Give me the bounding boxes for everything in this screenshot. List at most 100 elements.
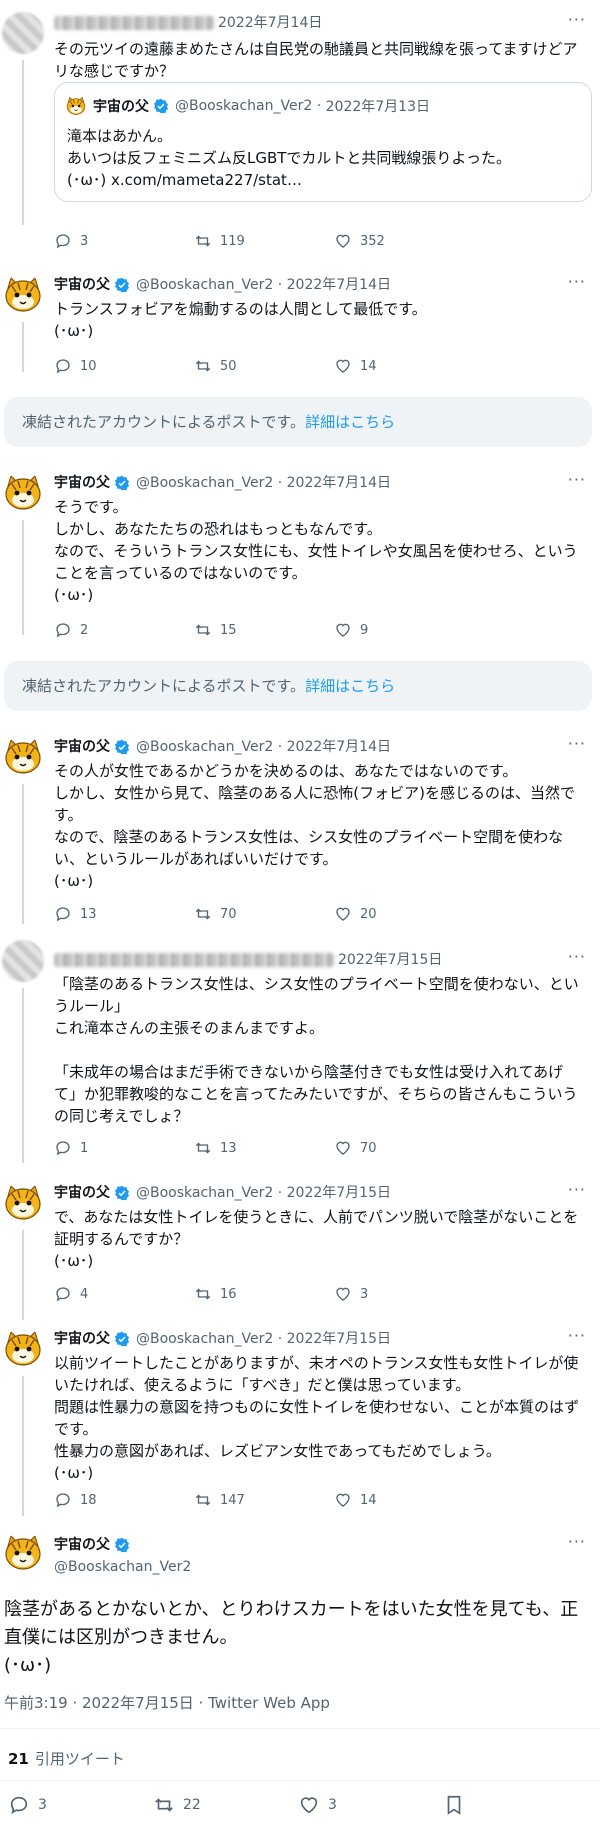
avatar[interactable] [2,274,44,316]
tweet-actions: 4 16 3 [54,1284,474,1304]
avatar[interactable] [2,1532,44,1574]
avatar[interactable] [2,12,44,54]
reply-button[interactable]: 10 [54,356,194,376]
reply-icon [54,621,72,639]
thread-line [22,322,24,372]
user-name[interactable]: 宇宙の父 [54,1184,110,1202]
like-icon [334,357,352,375]
like-button[interactable]: 9 [334,620,474,640]
retweet-count: 70 [220,906,237,922]
retweet-button[interactable]: 15 [194,620,334,640]
user-handle[interactable]: @Booskachan_Ver2 [136,276,273,294]
user-handle[interactable]: @Booskachan_Ver2 [136,1184,273,1202]
tweet-date[interactable]: 2022年7月15日 [338,951,442,969]
more-icon[interactable]: ··· [568,1180,586,1199]
reply-button[interactable]: 3 [8,1794,153,1816]
verified-badge-icon [114,739,130,755]
like-button[interactable]: 3 [334,1284,474,1304]
quote-tweets-count[interactable]: 21 引用ツイート [8,1748,125,1769]
divider [0,1780,600,1781]
user-handle: @Booskachan_Ver2 [175,98,313,114]
user-handle[interactable]: @Booskachan_Ver2 [136,474,273,492]
tweet-date[interactable]: 2022年7月15日 [287,1184,391,1202]
separator: · [273,1185,287,1201]
user-name[interactable]: 宇宙の父 [54,474,110,492]
bookmark-button[interactable] [443,1794,588,1816]
tweet-text: 以前ツイートしたことがありますが、未オペのトランス女性も女性トイレが使いたければ… [54,1354,580,1482]
like-button[interactable]: 14 [334,1490,474,1510]
user-handle[interactable]: @Booskachan_Ver2 [136,738,273,756]
user-handle[interactable]: @Booskachan_Ver2 [54,1558,191,1576]
retweet-count: 50 [220,358,237,374]
more-icon[interactable]: ··· [568,1326,586,1345]
retweet-button[interactable]: 16 [194,1284,334,1304]
retweet-icon [194,1491,212,1509]
like-icon [334,1139,352,1157]
avatar[interactable] [2,1328,44,1370]
more-icon[interactable]: ··· [568,10,586,29]
user-name[interactable]: 宇宙の父 [54,276,110,294]
tweet-meta[interactable]: 午前3:19 · 2022年7月15日 · Twitter Web App [4,1692,330,1713]
avatar[interactable] [2,472,44,514]
reply-icon [8,1794,30,1816]
retweet-count: 13 [220,1140,237,1156]
tweet-text: その元ツイの遠藤まめたさんは自民党の馳議員と共同戦線を張ってますけどアリな感じで… [54,40,578,80]
more-icon[interactable]: ··· [568,272,586,291]
user-name[interactable]: 宇宙の父 [54,738,110,756]
retweet-button[interactable]: 70 [194,904,334,924]
tweet-date[interactable]: 2022年7月14日 [218,14,322,32]
retweet-button[interactable]: 147 [194,1490,334,1510]
reply-button[interactable]: 13 [54,904,194,924]
like-icon [334,232,352,250]
reply-button[interactable]: 1 [54,1138,194,1158]
details-link[interactable]: 詳細はこちら [305,677,395,695]
tweet-date[interactable]: 2022年7月14日 [287,276,391,294]
user-name[interactable]: 宇宙の父 [54,1330,110,1348]
retweet-button[interactable]: 119 [194,231,334,251]
reply-button[interactable]: 2 [54,620,194,640]
tweet-1[interactable]: 2022年7月14日 ··· その元ツイの遠藤まめたさんは自民党の馳議員と共同戦… [0,0,600,225]
separator: · [273,1331,287,1347]
retweet-button[interactable]: 50 [194,356,334,376]
retweet-icon [194,621,212,639]
user-name[interactable]: 宇宙の父 [54,1536,110,1554]
more-icon[interactable]: ··· [568,947,586,966]
tweet-date[interactable]: 2022年7月14日 [287,474,391,492]
quoted-tweet[interactable]: 宇宙の父 @Booskachan_Ver2 · 2022年7月13日 滝本はあか… [54,82,592,202]
details-link[interactable]: 詳細はこちら [305,413,395,431]
like-icon [298,1794,320,1816]
like-button[interactable]: 352 [334,231,474,251]
separator: · [273,739,287,755]
like-button[interactable]: 70 [334,1138,474,1158]
tweet-date: 2022年7月13日 [325,99,430,115]
user-name: 宇宙の父 [93,99,149,115]
reply-button[interactable]: 18 [54,1490,194,1510]
avatar[interactable] [2,1182,44,1224]
verified-badge-icon [114,1537,130,1553]
reply-icon [54,905,72,923]
avatar[interactable] [2,736,44,778]
like-button[interactable]: 14 [334,356,474,376]
like-button[interactable]: 3 [298,1794,443,1816]
suspended-account-notice: 凍結されたアカウントによるポストです。詳細はこちら [4,661,592,711]
reply-button[interactable]: 3 [54,231,194,251]
more-icon[interactable]: ··· [568,470,586,489]
reply-button[interactable]: 4 [54,1284,194,1304]
blurred-name[interactable] [54,16,214,30]
like-button[interactable]: 20 [334,904,474,924]
user-handle[interactable]: @Booskachan_Ver2 [136,1330,273,1348]
main-tweet-handle: @Booskachan_Ver2 [54,1558,191,1576]
more-icon[interactable]: ··· [568,1532,586,1551]
verified-badge-icon [114,277,130,293]
tweet-text: 「陰茎のあるトランス女性は、シス女性のプライベート空間を使わない、というルール」… [54,975,579,1125]
divider [0,1728,600,1729]
tweet-date[interactable]: 2022年7月15日 [287,1330,391,1348]
tweet-date[interactable]: 2022年7月14日 [287,738,391,756]
retweet-button[interactable]: 13 [194,1138,334,1158]
blurred-name[interactable] [54,953,334,967]
tweet-actions: 3 119 352 [54,231,474,251]
more-icon[interactable]: ··· [568,734,586,753]
avatar[interactable] [2,940,44,982]
like-icon [334,1285,352,1303]
retweet-button[interactable]: 22 [153,1794,298,1816]
